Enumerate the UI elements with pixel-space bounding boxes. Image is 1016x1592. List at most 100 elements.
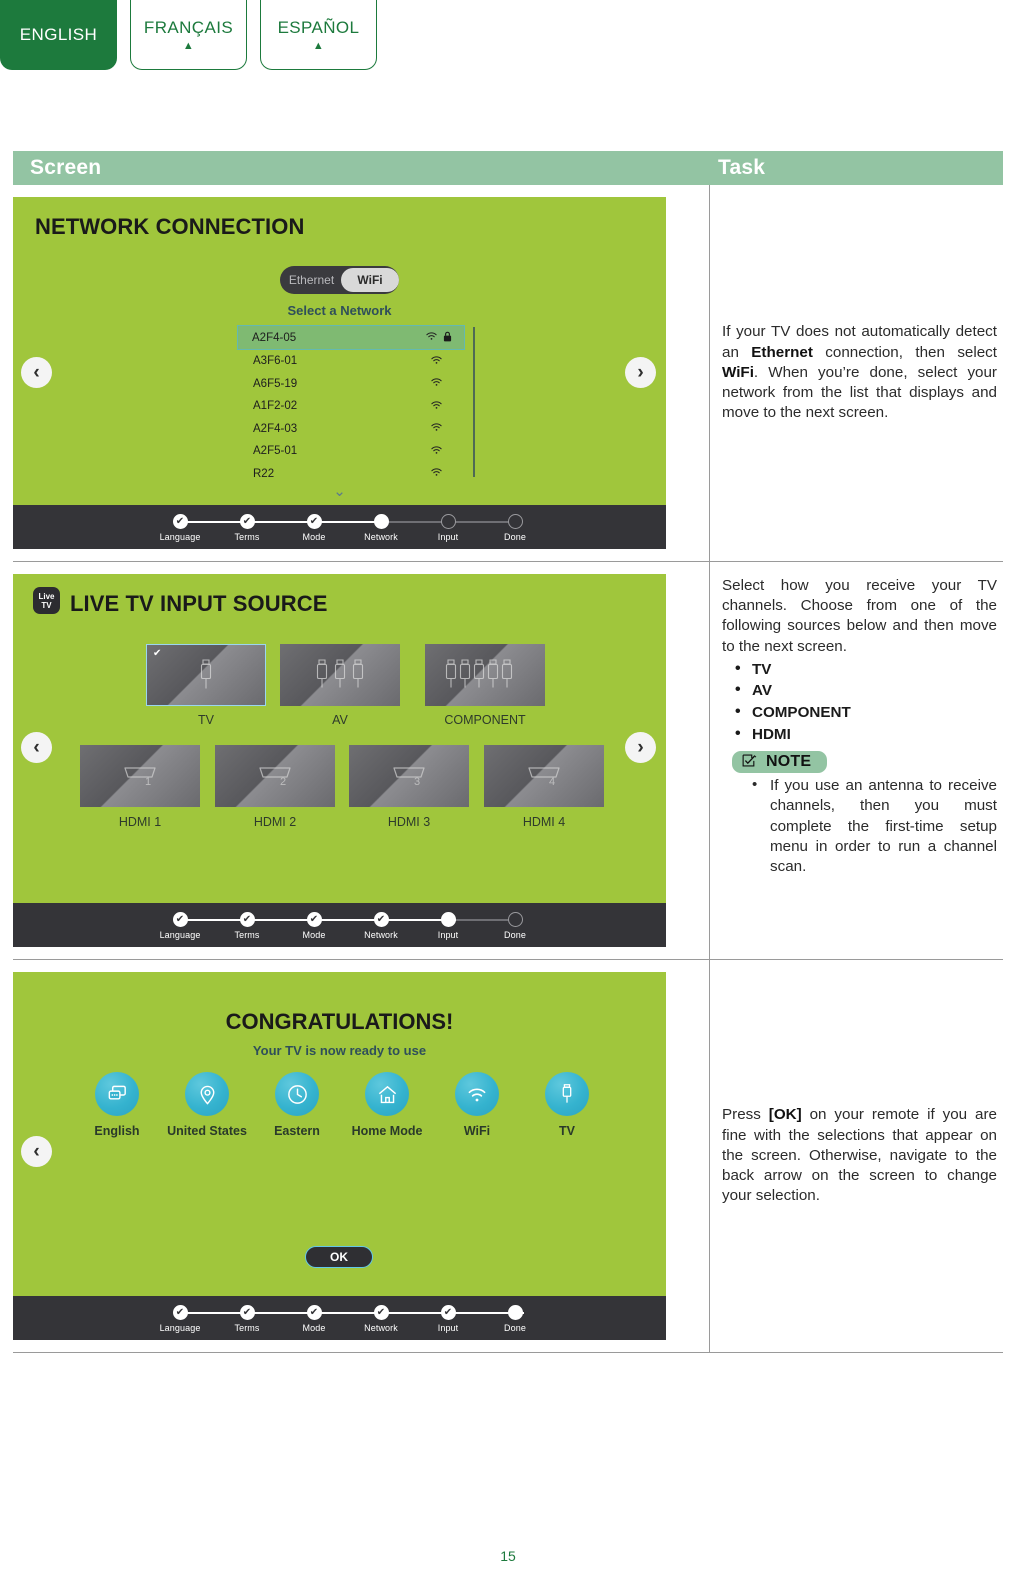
- input-tile-label: TV: [198, 713, 214, 727]
- language-tab-espanol[interactable]: ESPAÑOL ▲: [260, 0, 377, 70]
- empty-step-dot: [440, 514, 456, 529]
- input-tile-component[interactable]: [425, 644, 545, 706]
- note-label: NOTE: [766, 753, 812, 771]
- input-tile-hdmi-3[interactable]: 3: [349, 745, 469, 807]
- table-row: CONGRATULATIONS! Your TV is now ready to…: [13, 960, 1003, 1353]
- toggle-option-wifi[interactable]: WiFi: [341, 268, 399, 292]
- progress-step-language: Language: [160, 1296, 200, 1333]
- screen-cell-network: NETWORK CONNECTION Ethernet WiFi Select …: [13, 185, 710, 561]
- progress-step-language: Language: [160, 903, 200, 940]
- language-tab-label: ESPAÑOL: [277, 17, 360, 37]
- summary-item-label: TV: [559, 1124, 575, 1138]
- nav-next-button[interactable]: ›: [625, 357, 656, 388]
- progress-step-label: Language: [159, 532, 201, 542]
- input-tile-tv[interactable]: ✔: [146, 644, 266, 706]
- list-item: AV: [722, 679, 997, 702]
- wifi-icon: [428, 422, 444, 435]
- language-tab-francais[interactable]: FRANÇAIS ▲: [130, 0, 247, 70]
- table-header-row: Screen Task: [13, 151, 1003, 185]
- check-icon: [172, 912, 188, 927]
- network-ssid: A2F5-01: [253, 445, 298, 458]
- check-icon: [306, 514, 322, 529]
- table-row: Live TV LIVE TV INPUT SOURCE ✔ TV AV COM…: [13, 562, 1003, 960]
- summary-item-language: English: [89, 1072, 145, 1138]
- empty-step-dot: [507, 912, 523, 927]
- component-connectors-icon: [445, 659, 513, 688]
- progress-step-done: Done: [498, 1296, 532, 1333]
- network-list[interactable]: A2F4-05 A3F6-01 A6F5-19 A1F2-02 A2F4-03 …: [237, 325, 469, 485]
- network-list-item[interactable]: A2F4-05: [237, 325, 465, 350]
- network-ssid: R22: [253, 467, 275, 480]
- list-item: If you use an antenna to receive channel…: [748, 775, 997, 877]
- list-item: COMPONENT: [722, 701, 997, 724]
- network-list-item[interactable]: A2F4-03: [239, 418, 469, 441]
- input-tile-av[interactable]: [280, 644, 400, 706]
- progress-step-label: Network: [364, 1323, 398, 1333]
- tv-screen-congratulations: CONGRATULATIONS! Your TV is now ready to…: [13, 972, 666, 1340]
- language-tab-english[interactable]: ENGLISH: [0, 0, 117, 70]
- caret-up-icon: ▲: [312, 39, 325, 52]
- check-icon: [172, 514, 188, 529]
- check-icon: ✔: [153, 648, 162, 659]
- summary-item-country: United States: [167, 1072, 247, 1138]
- rca-connector-icon: [545, 1072, 589, 1116]
- hdmi-port-icon: 3: [393, 767, 425, 788]
- task-text-part: Press: [722, 1106, 769, 1124]
- progress-step-label: Network: [364, 532, 398, 542]
- page-number: 15: [500, 1548, 516, 1564]
- network-ssid: A6F5-19: [253, 377, 298, 390]
- home-icon: [365, 1072, 409, 1116]
- screen-cell-congratulations: CONGRATULATIONS! Your TV is now ready to…: [13, 960, 710, 1352]
- summary-item-network: WiFi: [449, 1072, 505, 1138]
- summary-item-label: Home Mode: [351, 1124, 423, 1138]
- live-tv-badge-icon: Live TV: [33, 587, 60, 614]
- input-tile-hdmi-4[interactable]: 4: [484, 745, 604, 807]
- network-list-item[interactable]: A6F5-19: [239, 373, 469, 396]
- current-step-dot: [373, 514, 389, 529]
- list-item: HDMI: [722, 723, 997, 746]
- input-tile-label: HDMI 2: [253, 815, 297, 829]
- summary-item-input: TV: [539, 1072, 595, 1138]
- input-tile-hdmi-1[interactable]: 1: [80, 745, 200, 807]
- badge-line-2: TV: [41, 600, 52, 610]
- hdmi-port-icon: 2: [259, 767, 291, 788]
- network-list-item[interactable]: A1F2-02: [239, 395, 469, 418]
- nav-prev-button[interactable]: ‹: [21, 1136, 52, 1167]
- clock-icon: [275, 1072, 319, 1116]
- chevron-down-icon[interactable]: ⌄: [13, 482, 666, 500]
- progress-step-label: Language: [159, 930, 201, 940]
- svg-text:4: 4: [549, 776, 555, 788]
- progress-step-label: Input: [437, 1323, 459, 1333]
- manual-page: ENGLISH FRANÇAIS ▲ ESPAÑOL ▲ Screen Task…: [0, 0, 1016, 1592]
- nav-prev-button[interactable]: ‹: [21, 357, 52, 388]
- input-tile-hdmi-2[interactable]: 2: [215, 745, 335, 807]
- check-icon: [239, 1305, 255, 1320]
- progress-step-label: Mode: [302, 930, 326, 940]
- progress-step-mode: Mode: [297, 505, 331, 542]
- network-list-scrollbar[interactable]: [473, 327, 475, 477]
- summary-item-label: Eastern: [274, 1124, 320, 1138]
- page-subtitle: Your TV is now ready to use: [252, 1043, 427, 1058]
- progress-step-network: Network: [364, 1296, 398, 1333]
- connection-type-toggle[interactable]: Ethernet WiFi: [280, 266, 399, 294]
- caret-up-icon: ▲: [182, 39, 195, 52]
- lock-icon: [439, 331, 455, 345]
- ok-button[interactable]: OK: [305, 1246, 373, 1268]
- progress-step-done: Done: [498, 505, 532, 542]
- nav-prev-button[interactable]: ‹: [21, 732, 52, 763]
- svg-text:3: 3: [414, 776, 420, 788]
- empty-step-dot: [507, 514, 523, 529]
- progress-step-input: Input: [431, 1296, 465, 1333]
- wifi-icon: [428, 445, 444, 458]
- toggle-option-ethernet[interactable]: Ethernet: [280, 273, 343, 287]
- progress-step-input: Input: [431, 505, 465, 542]
- network-ssid: A2F4-03: [253, 422, 298, 435]
- network-list-item[interactable]: A2F5-01: [239, 440, 469, 463]
- nav-next-button[interactable]: ›: [625, 732, 656, 763]
- page-title: CONGRATULATIONS!: [225, 1009, 454, 1034]
- network-list-item[interactable]: A3F6-01: [239, 350, 469, 373]
- progress-step-label: Terms: [234, 532, 260, 542]
- column-header-screen: Screen: [30, 156, 102, 179]
- task-description: Press [OK] on your remote if you are fin…: [722, 1105, 997, 1206]
- check-icon: [306, 912, 322, 927]
